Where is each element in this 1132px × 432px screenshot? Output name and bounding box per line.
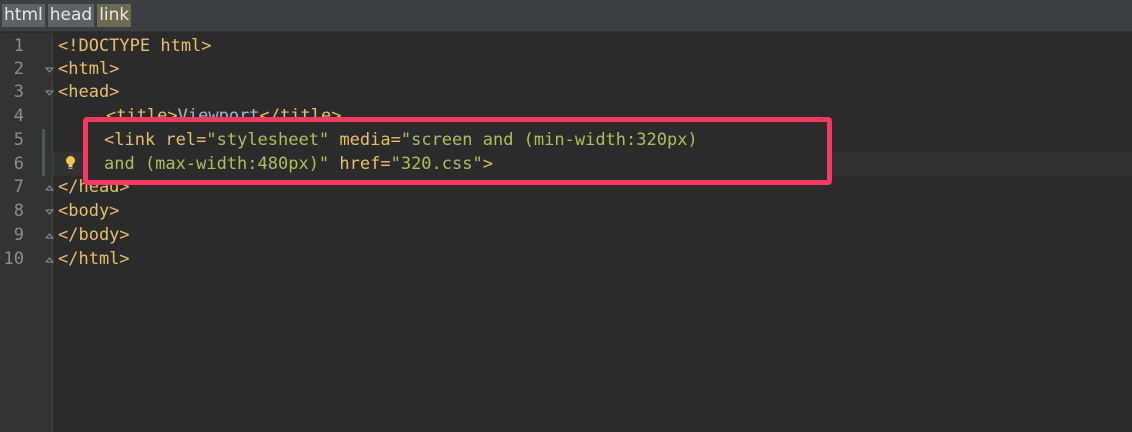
href-value: "320.css" <box>390 154 483 174</box>
rel-attribute: rel= <box>155 130 207 150</box>
body-close-tag: </body> <box>58 225 130 245</box>
line-number: 2 <box>13 59 24 79</box>
line-number: 4 <box>13 106 24 126</box>
link-close-bracket: > <box>482 154 493 174</box>
line-number: 9 <box>13 225 24 245</box>
lightbulb-icon[interactable] <box>65 155 76 171</box>
highlight-box: <link rel="stylesheet" media="screen and… <box>83 117 832 185</box>
rel-value: "stylesheet" <box>206 130 330 150</box>
code-line-10: </html> <box>58 248 130 271</box>
line-number-gutter[interactable]: 1 2 3 4 5 6 7 8 9 10 <box>0 33 55 432</box>
breadcrumb-item-link[interactable]: link <box>97 4 132 27</box>
change-marker[interactable] <box>42 129 45 176</box>
breadcrumb-item-head[interactable]: head <box>47 4 95 27</box>
code-editor[interactable]: <!DOCTYPE html> <html> <head> <title>Vie… <box>53 33 1132 432</box>
code-line-8: <body> <box>58 200 119 223</box>
body-open-tag: <body> <box>58 201 120 221</box>
breadcrumb: html head link <box>0 0 1132 32</box>
media-value: "screen and (min-width:320px) <box>400 130 698 150</box>
media-value-continued: and (max-width:480px)" <box>104 154 330 174</box>
html-open-tag: <html> <box>58 59 120 79</box>
code-line-1: <!DOCTYPE html> <box>58 35 212 58</box>
line-number: 6 <box>13 154 24 174</box>
html-close-tag: </html> <box>58 249 130 269</box>
code-line-9: </body> <box>58 224 130 247</box>
link-open-tag: <link <box>104 130 156 150</box>
head-open-tag: <head> <box>58 82 120 102</box>
line-number: 7 <box>13 177 24 197</box>
breadcrumb-item-html[interactable]: html <box>2 4 45 27</box>
media-attribute: media= <box>329 130 401 150</box>
line-number: 1 <box>13 36 24 56</box>
code-line-5: <link rel="stylesheet" media="screen and… <box>104 129 698 152</box>
line-number: 10 <box>3 249 24 269</box>
line-number: 3 <box>13 82 24 102</box>
code-line-2: <html> <box>58 58 119 81</box>
code-line-6: and (max-width:480px)" href="320.css"> <box>104 153 493 176</box>
code-line-3: <head> <box>58 81 119 104</box>
line-number: 8 <box>13 201 24 221</box>
href-attribute: href= <box>329 154 391 174</box>
line-number: 5 <box>13 130 24 150</box>
doctype: <!DOCTYPE html> <box>58 36 212 56</box>
